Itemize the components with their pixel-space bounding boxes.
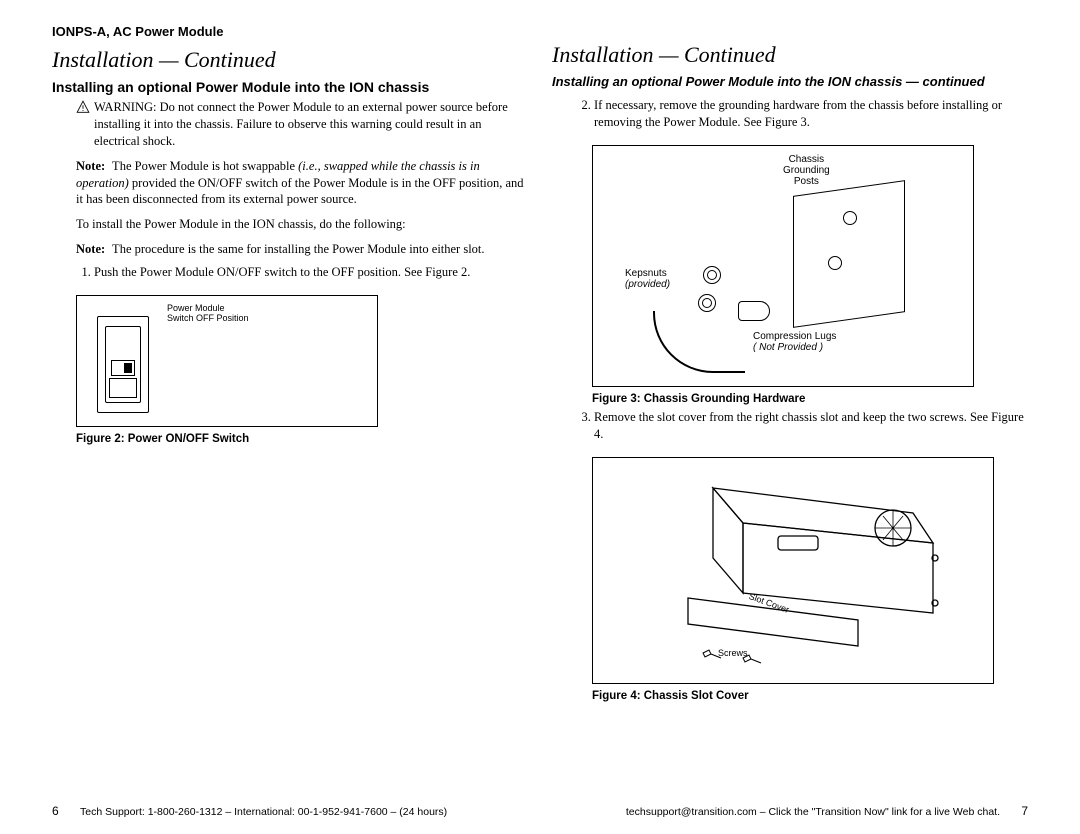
warning-body: Do not connect the Power Module to an ex… xyxy=(94,100,508,148)
page-number-left: 6 xyxy=(52,804,59,818)
left-page: IONPS-A, AC Power Module Installation — … xyxy=(40,24,540,804)
switch-icon xyxy=(111,360,135,376)
note1-suffix: provided the ON/OFF switch of the Power … xyxy=(76,176,524,207)
footer-right: techsupport@transition.com – Click the "… xyxy=(626,806,1000,818)
fig3-label-kepsnuts: Kepsnuts (provided) xyxy=(625,268,670,290)
fig3-kepsnut-icon xyxy=(698,294,716,312)
note2-text: The procedure is the same for installing… xyxy=(109,242,484,256)
fig2-caption: Figure 2: Power ON/OFF Switch xyxy=(76,433,528,445)
fig3-caption: Figure 3: Chassis Grounding Hardware xyxy=(592,393,1028,405)
step-1: Push the Power Module ON/OFF switch to t… xyxy=(94,264,528,281)
right-page: Installation — Continued Installing an o… xyxy=(540,24,1040,804)
fig4-drawing xyxy=(593,458,993,683)
steps-left: Push the Power Module ON/OFF switch to t… xyxy=(76,264,528,281)
note2-label: Note: xyxy=(76,242,105,256)
fig3-chassis-l3: Posts xyxy=(794,176,819,187)
intro-para: To install the Power Module in the ION c… xyxy=(76,216,528,233)
fig3-chassis-l2: Grounding xyxy=(783,165,830,176)
fig3-post-icon xyxy=(843,211,857,225)
note-2: Note: The procedure is the same for inst… xyxy=(76,241,528,258)
fig3-wire-icon xyxy=(653,311,745,373)
fig3-kep-l1: Kepsnuts xyxy=(625,268,667,279)
footer-left: Tech Support: 1-800-260-1312 – Internati… xyxy=(80,806,447,818)
plug-icon xyxy=(109,378,137,398)
step-2: If necessary, remove the grounding hardw… xyxy=(594,97,1028,131)
subhead-left: Installing an optional Power Module into… xyxy=(52,79,528,95)
fig3-lug-l2: ( Not Provided ) xyxy=(753,342,823,353)
step-3: Remove the slot cover from the right cha… xyxy=(594,409,1028,443)
figure-4: Slot Cover Screws xyxy=(592,457,994,684)
fig3-chassis-l1: Chassis xyxy=(789,154,825,165)
subhead-right: Installing an optional Power Module into… xyxy=(552,74,1028,89)
doc-header: IONPS-A, AC Power Module xyxy=(52,24,528,39)
section-title-left: Installation — Continued xyxy=(52,47,528,73)
fig3-label-chassis: Chassis Grounding Posts xyxy=(783,154,830,187)
fig4-label-screws: Screws xyxy=(718,648,748,658)
fig3-plate xyxy=(793,180,905,328)
note1-label: Note: xyxy=(76,159,105,173)
warning-icon xyxy=(76,100,90,114)
fig2-label-line2: Switch OFF Position xyxy=(167,313,249,323)
fig2-label-line1: Power Module xyxy=(167,303,225,313)
fig2-inline-label: Power Module Switch OFF Position xyxy=(167,304,249,324)
note1-prefix: The Power Module is hot swappable xyxy=(109,159,298,173)
fig3-lug-l1: Compression Lugs xyxy=(753,331,836,342)
warning-label: WARNING: xyxy=(94,100,157,114)
warning-text: WARNING: Do not connect the Power Module… xyxy=(94,99,528,150)
fig3-label-lugs: Compression Lugs ( Not Provided ) xyxy=(753,331,836,353)
figure-2: Power Module Switch OFF Position xyxy=(76,295,378,427)
note-1: Note: The Power Module is hot swappable … xyxy=(76,158,528,209)
steps-right-a: If necessary, remove the grounding hardw… xyxy=(576,97,1028,131)
fig4-caption: Figure 4: Chassis Slot Cover xyxy=(592,690,1028,702)
fig3-kepsnut-icon xyxy=(703,266,721,284)
figure-3: Chassis Grounding Posts Kepsnuts (provid… xyxy=(592,145,974,387)
fig3-post-icon xyxy=(828,256,842,270)
page-number-right: 7 xyxy=(1021,804,1028,818)
section-title-right: Installation — Continued xyxy=(552,42,1028,68)
steps-right-b: Remove the slot cover from the right cha… xyxy=(576,409,1028,443)
warning-block: WARNING: Do not connect the Power Module… xyxy=(76,99,528,150)
fig3-kep-l2: (provided) xyxy=(625,279,670,290)
